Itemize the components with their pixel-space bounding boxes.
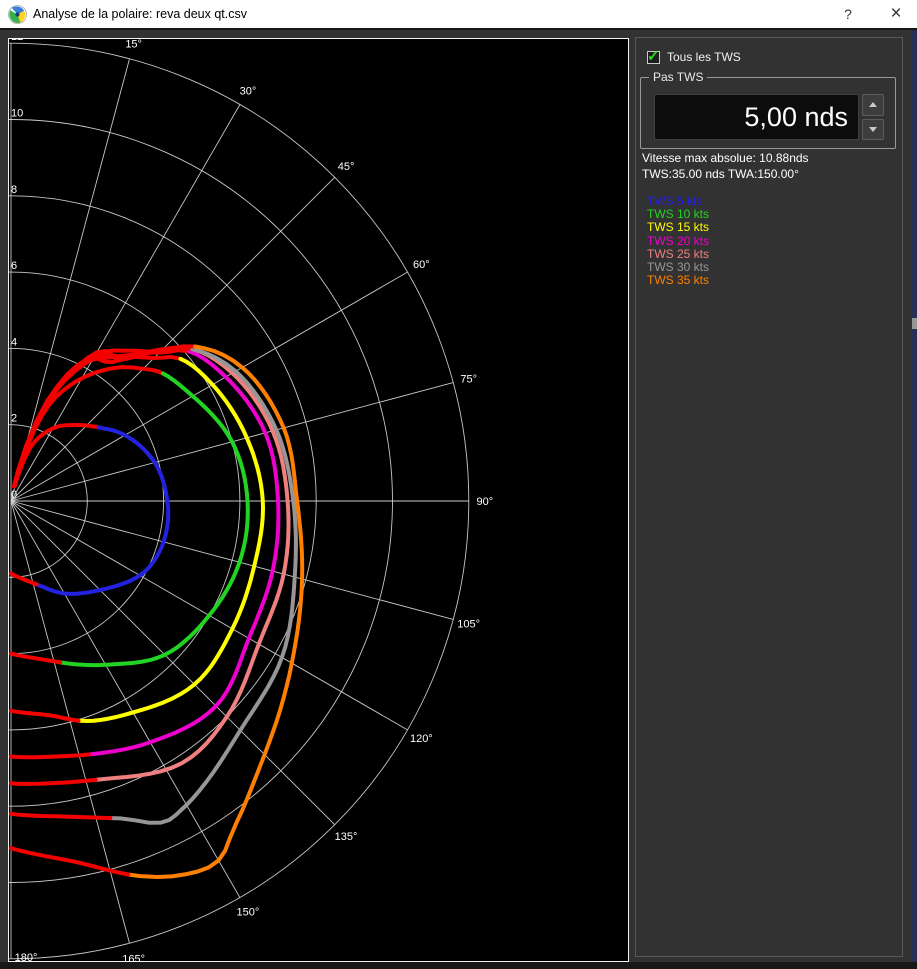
- all-tws-row: ✓ Tous les TWS: [647, 50, 741, 64]
- scrollbar-handle[interactable]: [912, 318, 917, 329]
- max-speed-line: Vitesse max absolue: 10.88nds: [642, 150, 809, 166]
- spin-down-button[interactable]: [862, 119, 884, 141]
- close-button[interactable]: ×: [879, 0, 913, 28]
- side-panel: ✓ Tous les TWS Pas TWS 5,00 nds Vitesse …: [635, 37, 903, 957]
- svg-text:135°: 135°: [335, 831, 358, 843]
- svg-text:30°: 30°: [240, 86, 257, 98]
- svg-text:0: 0: [11, 489, 17, 501]
- svg-text:180°: 180°: [15, 952, 38, 961]
- svg-text:6: 6: [11, 260, 17, 272]
- svg-text:2: 2: [11, 413, 17, 425]
- tws-step-spinbox: 5,00 nds: [654, 94, 884, 140]
- legend-item: TWS 20 kts: [647, 235, 709, 248]
- svg-text:10: 10: [11, 108, 23, 120]
- max-speed-info: Vitesse max absolue: 10.88nds TWS:35.00 …: [642, 150, 809, 182]
- arrow-down-icon: [869, 127, 877, 132]
- polar-analysis-window: Analyse de la polaire: reva deux qt.csv …: [0, 0, 917, 969]
- tws-step-title: Pas TWS: [649, 70, 707, 84]
- all-tws-checkbox[interactable]: ✓: [647, 51, 660, 64]
- legend-item: TWS 35 kts: [647, 274, 709, 287]
- svg-text:120°: 120°: [410, 733, 433, 745]
- svg-text:165°: 165°: [122, 954, 145, 961]
- window-bottom-edge: [0, 962, 917, 969]
- checkmark-icon: ✓: [647, 47, 660, 65]
- titlebar: Analyse de la polaire: reva deux qt.csv …: [0, 0, 917, 30]
- polar-chart-canvas[interactable]: 0 2 4 6 8 10 12 15° 30° 45° 60° 75° 90° 105° 120° 135° 1…: [8, 38, 629, 962]
- all-tws-label: Tous les TWS: [667, 50, 741, 64]
- svg-text:60°: 60°: [413, 259, 430, 271]
- polar-plot: 0 2 4 6 8 10 12 15° 30° 45° 60° 75° 90° 105° 120° 135° 1…: [9, 39, 628, 961]
- tws-legend: TWS 5 ktsTWS 10 ktsTWS 15 ktsTWS 20 ktsT…: [647, 195, 709, 287]
- spin-buttons: [862, 94, 884, 140]
- spin-up-button[interactable]: [862, 94, 884, 116]
- right-scrollbar[interactable]: [912, 30, 917, 969]
- app-icon: [8, 5, 27, 24]
- svg-text:12: 12: [11, 39, 23, 43]
- svg-text:90°: 90°: [477, 496, 494, 508]
- svg-text:15°: 15°: [125, 39, 142, 50]
- svg-text:150°: 150°: [237, 906, 260, 918]
- tws-step-value-field[interactable]: 5,00 nds: [654, 94, 859, 140]
- svg-text:105°: 105°: [457, 619, 480, 631]
- svg-text:45°: 45°: [338, 161, 355, 173]
- window-title: Analyse de la polaire: reva deux qt.csv: [33, 7, 247, 21]
- legend-item: TWS 15 kts: [647, 221, 709, 234]
- help-button[interactable]: ?: [831, 0, 865, 28]
- svg-text:75°: 75°: [460, 373, 477, 385]
- arrow-up-icon: [869, 102, 877, 107]
- svg-text:4: 4: [11, 336, 17, 348]
- max-speed-detail-line: TWS:35.00 nds TWA:150.00°: [642, 166, 809, 182]
- svg-text:8: 8: [11, 184, 17, 196]
- tws-step-groupbox: Pas TWS 5,00 nds: [640, 77, 896, 149]
